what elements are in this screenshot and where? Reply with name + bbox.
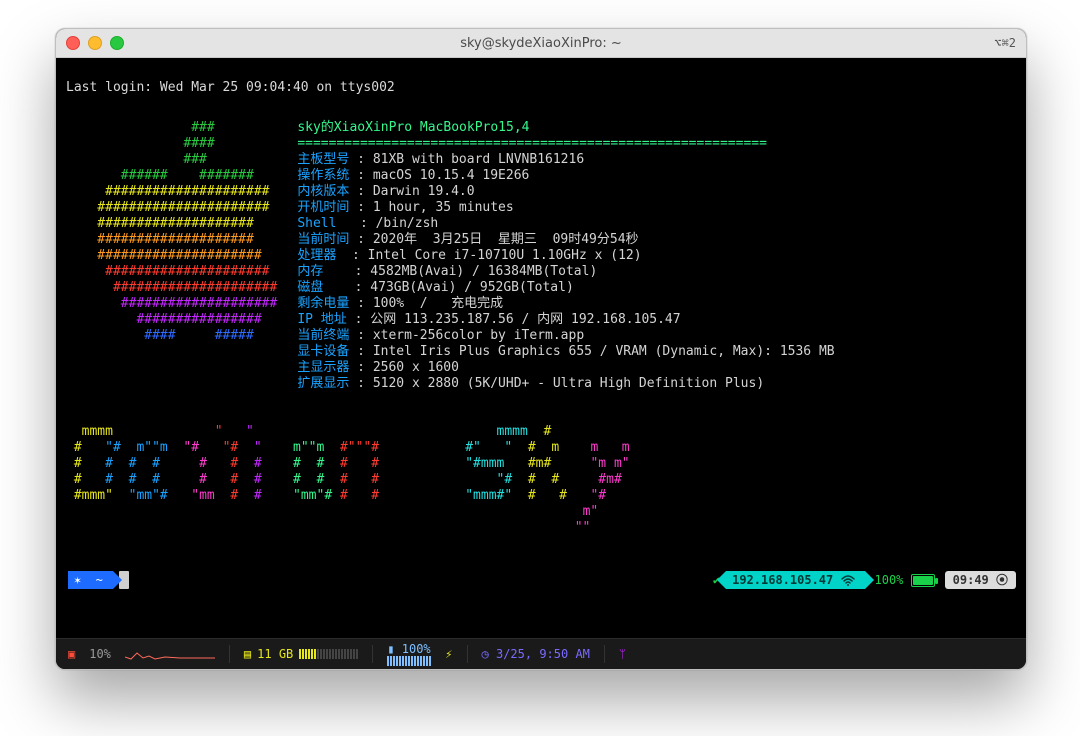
ram-bar-gauge bbox=[299, 649, 358, 659]
minimize-button[interactable] bbox=[88, 36, 102, 50]
terminal-window: sky@skydeXiaoXinPro: ~ ⌥⌘2 Last login: W… bbox=[55, 28, 1027, 670]
powerline-statusbar: ✶ ~ ✔ 192.168.105.47 100% 09:49 ⦿ bbox=[66, 570, 1016, 590]
cwd-segment: ✶ ~ bbox=[68, 571, 113, 589]
last-login-line: Last login: Wed Mar 25 09:04:40 on ttys0… bbox=[66, 80, 395, 95]
cpu-chip-icon: ▣ bbox=[68, 647, 75, 661]
wifi-icon bbox=[841, 575, 855, 586]
battery-segment: 100% bbox=[875, 572, 935, 588]
system-info-block: ### #### ### ###### ####### ############… bbox=[66, 120, 1016, 392]
ip-segment: 192.168.105.47 bbox=[726, 571, 864, 589]
git-branch-icon: ᛘ bbox=[619, 647, 626, 661]
iterm-statusbar: ▣ 10% ▤ 11 GB ▮ 100% ⚡︎ ◷ 3/25, 9:50 AM bbox=[56, 638, 1026, 669]
apple-ascii-logo: ### #### ### ###### ####### ############… bbox=[66, 120, 277, 392]
ram-icon: ▤ bbox=[244, 647, 251, 661]
battery-icon: ▮ bbox=[387, 642, 394, 656]
cpu-percent: 10% bbox=[89, 647, 111, 661]
battery-segment-bottom: ▮ 100% bbox=[387, 642, 431, 666]
charging-bolt-icon: ⚡︎ bbox=[445, 647, 452, 661]
figlet-banner: mmmm " " mmmm # # "# m""m "# "# " m""m #… bbox=[66, 424, 1016, 536]
battery-icon bbox=[911, 574, 935, 587]
clock-segment: 09:49 ⦿ bbox=[945, 571, 1016, 589]
close-button[interactable] bbox=[66, 36, 80, 50]
clock-icon: ◷ bbox=[482, 647, 489, 661]
ram-segment: ▤ 11 GB bbox=[244, 647, 358, 661]
terminal-area[interactable]: Last login: Wed Mar 25 09:04:40 on ttys0… bbox=[56, 58, 1026, 638]
maximize-button[interactable] bbox=[110, 36, 124, 50]
datetime-segment: ◷ 3/25, 9:50 AM bbox=[482, 647, 590, 661]
system-info-table: sky的XiaoXinPro MacBookPro15,4 ==========… bbox=[297, 120, 834, 392]
window-title: sky@skydeXiaoXinPro: ~ bbox=[56, 36, 1026, 51]
window-controls bbox=[66, 36, 124, 50]
window-shortcut-hint: ⌥⌘2 bbox=[994, 36, 1016, 50]
titlebar: sky@skydeXiaoXinPro: ~ ⌥⌘2 bbox=[56, 29, 1026, 58]
cpu-sparkline bbox=[125, 647, 215, 661]
